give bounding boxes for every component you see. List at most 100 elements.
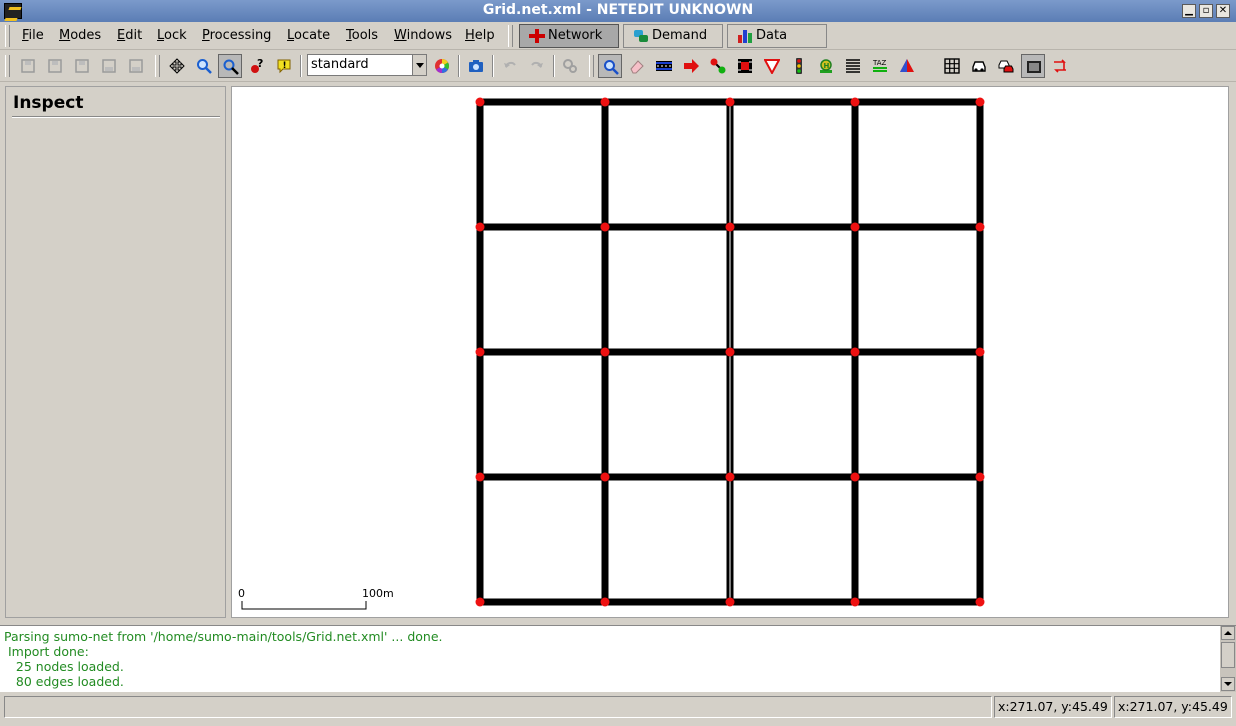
toolbar-separator: [458, 55, 460, 77]
window-title: Grid.net.xml - NETEDIT UNKNOWN: [482, 2, 754, 18]
toolbar-grip[interactable]: [155, 55, 160, 77]
console-scrollbar[interactable]: [1220, 626, 1236, 692]
junction-node[interactable]: [975, 222, 985, 232]
delete-mode-button[interactable]: [625, 54, 649, 78]
menu-locate[interactable]: Locate: [287, 28, 330, 43]
taz-mode-button[interactable]: TAZ: [868, 54, 892, 78]
inspect-heading: Inspect: [13, 93, 84, 113]
network-mode-button[interactable]: Network: [519, 24, 619, 48]
change-direction-button[interactable]: [1048, 54, 1072, 78]
minimize-button[interactable]: ▁: [1182, 4, 1196, 18]
junction-node[interactable]: [725, 97, 735, 107]
junction-node[interactable]: [725, 472, 735, 482]
additional-mode-button[interactable]: H: [814, 54, 838, 78]
data-mode-button[interactable]: Data: [727, 24, 827, 48]
menubar-grip[interactable]: [5, 25, 10, 47]
junction-node[interactable]: [850, 347, 860, 357]
junction-node[interactable]: [475, 97, 485, 107]
menu-lock[interactable]: Lock: [157, 28, 187, 43]
junction-node[interactable]: [475, 472, 485, 482]
crossing-stripes-icon: [846, 59, 860, 73]
junction-node[interactable]: [850, 597, 860, 607]
grid-icon: [944, 58, 960, 74]
save-all-button[interactable]: [70, 54, 94, 78]
heading-divider: [12, 116, 220, 118]
menu-help[interactable]: Help: [465, 28, 495, 43]
junction-node[interactable]: [975, 597, 985, 607]
junction-node[interactable]: [725, 597, 735, 607]
junction-node[interactable]: [850, 222, 860, 232]
floppy-icon: [75, 59, 89, 73]
svg-text:H: H: [824, 62, 830, 70]
message-console[interactable]: Parsing sumo-net from '/home/sumo-main/t…: [0, 625, 1236, 692]
menu-processing[interactable]: Processing: [202, 28, 271, 43]
locate-edge-button[interactable]: ?: [245, 54, 269, 78]
close-button[interactable]: ✕: [1216, 4, 1230, 18]
junction-node[interactable]: [475, 597, 485, 607]
compute-network-button[interactable]: [558, 54, 582, 78]
toolbar-separator: [300, 55, 302, 77]
scroll-thumb[interactable]: [1221, 642, 1235, 668]
move-mode-button[interactable]: [679, 54, 703, 78]
undo-button[interactable]: [498, 54, 522, 78]
redo-button[interactable]: [525, 54, 549, 78]
save-network-button[interactable]: [43, 54, 67, 78]
junction-node[interactable]: [600, 97, 610, 107]
junction-node[interactable]: [600, 472, 610, 482]
new-network-button[interactable]: [16, 54, 40, 78]
junction-node[interactable]: [475, 347, 485, 357]
menu-windows[interactable]: Windows: [394, 28, 452, 43]
toggle-elevation-button[interactable]: [1021, 54, 1045, 78]
junction-node[interactable]: [725, 222, 735, 232]
chevron-down-icon[interactable]: [412, 55, 426, 75]
screenshot-button[interactable]: [464, 54, 488, 78]
junction-node[interactable]: [725, 347, 735, 357]
color-scheme-value: standard: [311, 57, 369, 72]
save-demand-button[interactable]: [97, 54, 121, 78]
menu-modes[interactable]: Modes: [59, 28, 101, 43]
inspect-mode-button[interactable]: [598, 54, 622, 78]
traffic-light-mode-button[interactable]: [787, 54, 811, 78]
toolbar-grip[interactable]: [589, 55, 594, 77]
maximize-button[interactable]: ▫: [1199, 4, 1213, 18]
junction-node[interactable]: [975, 97, 985, 107]
junction-node[interactable]: [975, 347, 985, 357]
select-mode-button[interactable]: [652, 54, 676, 78]
junction-node[interactable]: [850, 97, 860, 107]
create-edge-button[interactable]: [706, 54, 730, 78]
junction-node[interactable]: [600, 597, 610, 607]
polygon-mode-button[interactable]: [895, 54, 919, 78]
toolbar-grip[interactable]: [5, 55, 10, 77]
connection-mode-button[interactable]: [733, 54, 757, 78]
menu-edit[interactable]: Edit: [117, 28, 142, 43]
recenter-view-button[interactable]: [165, 54, 189, 78]
junction-node[interactable]: [475, 222, 485, 232]
supermode-grip[interactable]: [508, 25, 513, 47]
spread-vehicles-button[interactable]: [994, 54, 1018, 78]
toggle-grid-button[interactable]: [940, 54, 964, 78]
edit-coloring-button[interactable]: [430, 54, 454, 78]
junction-node[interactable]: [975, 472, 985, 482]
menu-tools[interactable]: Tools: [346, 28, 378, 43]
vehicles-icon: [634, 30, 648, 42]
zoom-button[interactable]: [192, 54, 216, 78]
junction-node[interactable]: [850, 472, 860, 482]
network-view[interactable]: 0 100m: [231, 86, 1229, 618]
locate-junction-button[interactable]: [218, 54, 242, 78]
color-scheme-select[interactable]: standard: [307, 54, 427, 76]
demand-mode-button[interactable]: Demand: [623, 24, 723, 48]
crossing-mode-button[interactable]: [841, 54, 865, 78]
scroll-up-button[interactable]: [1221, 626, 1235, 640]
console-line: Import done:: [4, 644, 89, 659]
locate-message-button[interactable]: !: [272, 54, 296, 78]
show-demand-button[interactable]: [967, 54, 991, 78]
question-icon: ?: [251, 58, 263, 73]
network-grid[interactable]: [232, 87, 1228, 617]
menu-file[interactable]: File: [22, 28, 44, 43]
scroll-down-button[interactable]: [1221, 677, 1235, 691]
junction-node[interactable]: [600, 222, 610, 232]
scale-zero-label: 0: [238, 587, 245, 600]
save-data-button[interactable]: [124, 54, 148, 78]
prohibition-mode-button[interactable]: [760, 54, 784, 78]
junction-node[interactable]: [600, 347, 610, 357]
